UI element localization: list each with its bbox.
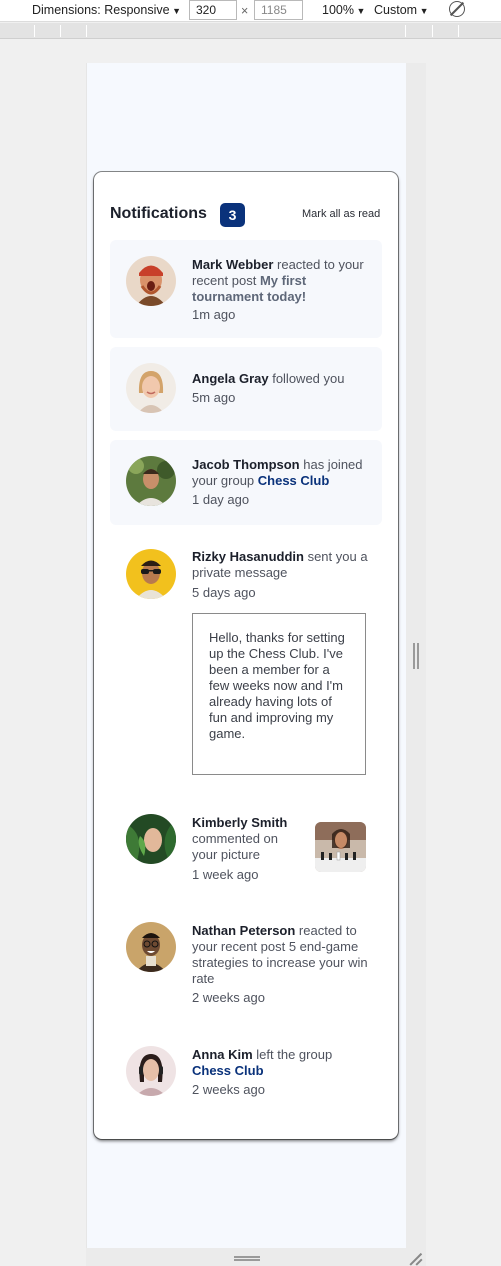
commented-picture-thumbnail[interactable] [315, 822, 366, 872]
timestamp: 1 day ago [192, 492, 250, 507]
width-input[interactable]: 320 [189, 0, 237, 20]
notification-text: Anna Kim left the group Chess Club [192, 1047, 370, 1079]
action-text: left the group [252, 1047, 333, 1062]
timestamp: 2 weeks ago [192, 1082, 265, 1097]
notification-item[interactable]: Mark Webber reacted to your recent post … [110, 240, 382, 338]
resize-handle-corner[interactable] [410, 1252, 422, 1264]
timestamp: 1m ago [192, 307, 236, 322]
dimension-separator: × [241, 4, 249, 18]
page-title: Notifications [110, 205, 207, 222]
rotate-icon[interactable] [449, 1, 465, 17]
mark-all-read-button[interactable]: Mark all as read [302, 208, 380, 220]
user-name[interactable]: Rizky Hasanuddin [192, 549, 304, 564]
ruler-tick [60, 25, 61, 37]
unread-count-badge: 3 [220, 203, 245, 227]
height-input[interactable]: 1185 [254, 0, 303, 20]
notifications-card: Notifications 3 Mark all as read Mark We… [94, 172, 398, 1139]
timestamp: 1 week ago [192, 867, 259, 882]
notification-item[interactable]: Jacob Thompson has joined your group Che… [110, 440, 382, 525]
avatar[interactable] [126, 814, 176, 864]
notification-text: Nathan Peterson reacted to your recent p… [192, 923, 370, 987]
ruler-tick [86, 25, 87, 37]
timestamp: 2 weeks ago [192, 990, 265, 1005]
resize-handle-bottom[interactable] [234, 1256, 260, 1261]
media-query-ruler[interactable] [0, 23, 501, 39]
notification-item[interactable]: Nathan Peterson reacted to your recent p… [110, 908, 382, 1018]
avatar[interactable] [126, 1046, 176, 1096]
avatar[interactable] [126, 549, 176, 599]
action-text: followed you [268, 371, 345, 386]
devtools-toolbar: Dimensions: Responsive 320 × 1185 100% C… [0, 0, 501, 22]
user-name[interactable]: Jacob Thompson [192, 457, 300, 472]
notification-item[interactable]: Anna Kim left the group Chess Club 2 wee… [110, 1032, 382, 1112]
resize-handle-right[interactable] [413, 643, 419, 669]
avatar[interactable] [126, 922, 176, 972]
notification-text: Rizky Hasanuddin sent you a private mess… [192, 549, 370, 581]
throttle-dropdown[interactable]: Custom [374, 3, 429, 17]
notification-text: Jacob Thompson has joined your group Che… [192, 457, 370, 489]
ruler-tick [34, 25, 35, 37]
timestamp: 5 days ago [192, 585, 256, 600]
private-message-box[interactable]: Hello, thanks for setting up the Chess C… [192, 613, 366, 775]
user-name[interactable]: Nathan Peterson [192, 923, 295, 938]
action-text: commented on your picture [192, 831, 278, 862]
user-name[interactable]: Angela Gray [192, 371, 269, 386]
timestamp: 5m ago [192, 390, 236, 405]
dimensions-dropdown[interactable]: Dimensions: Responsive [32, 3, 181, 17]
user-name[interactable]: Anna Kim [192, 1047, 253, 1062]
user-name[interactable]: Mark Webber [192, 257, 273, 272]
avatar[interactable] [126, 363, 176, 413]
avatar[interactable] [126, 456, 176, 506]
ruler-tick [458, 25, 459, 37]
user-name[interactable]: Kimberly Smith [192, 815, 287, 830]
notification-text: Mark Webber reacted to your recent post … [192, 257, 370, 305]
notification-text: Kimberly Smith commented on your picture [192, 815, 302, 863]
group-link[interactable]: Chess Club [258, 473, 330, 488]
ruler-tick [405, 25, 406, 37]
notification-item[interactable]: Angela Gray followed you 5m ago [110, 347, 382, 431]
zoom-dropdown[interactable]: 100% [322, 3, 365, 17]
group-link[interactable]: Chess Club [192, 1063, 264, 1078]
avatar[interactable] [126, 256, 176, 306]
ruler-tick [432, 25, 433, 37]
notification-text: Angela Gray followed you [192, 371, 370, 387]
